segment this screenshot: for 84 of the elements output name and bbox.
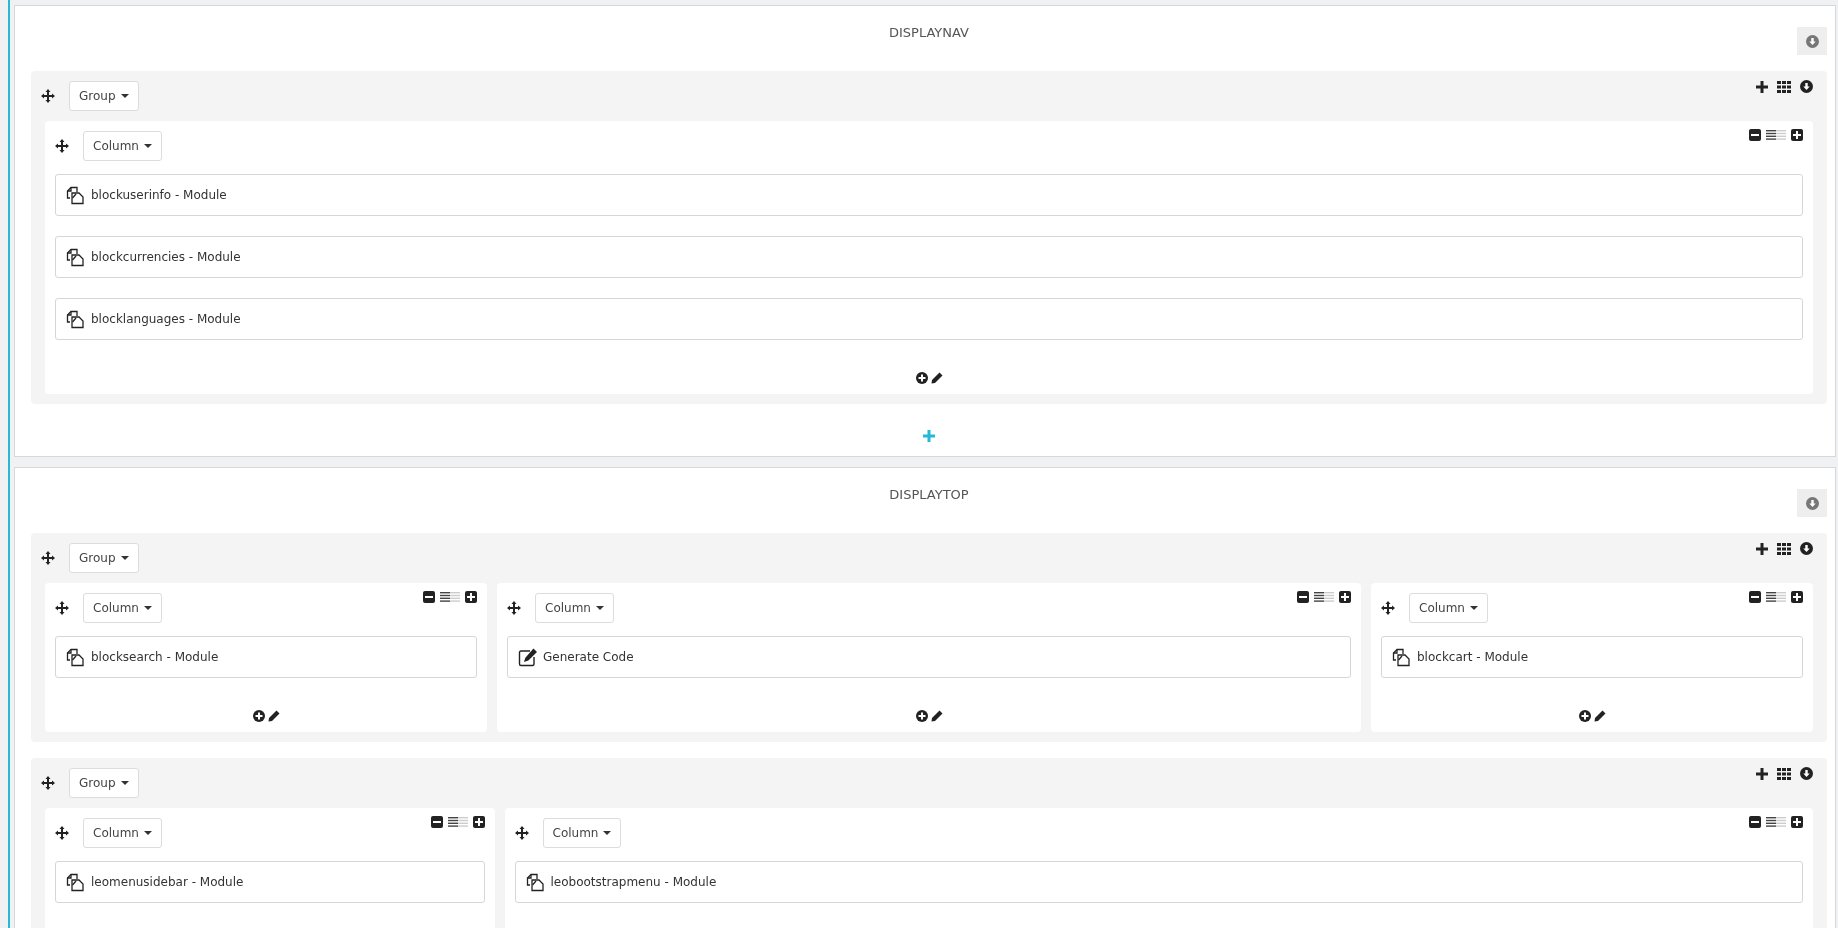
width-bars-icon[interactable]	[1766, 130, 1786, 140]
width-bars-icon[interactable]	[1766, 592, 1786, 602]
minus-square-icon[interactable]	[430, 816, 443, 828]
section-title: DISPLAYNAV	[889, 24, 969, 42]
move-icon[interactable]	[41, 89, 55, 103]
module-item[interactable]: blocksearch - Module	[55, 636, 477, 678]
caret-icon	[143, 831, 152, 835]
move-icon[interactable]	[41, 776, 55, 790]
module-item[interactable]: leomenusidebar - Module	[55, 861, 485, 903]
edit-icon	[518, 647, 537, 667]
plus-square-icon[interactable]	[1339, 591, 1351, 603]
arrow-down-circle-icon[interactable]	[1800, 767, 1813, 780]
width-bars-icon[interactable]	[1766, 817, 1786, 827]
move-icon[interactable]	[55, 139, 69, 153]
module-item[interactable]: Generate Code	[507, 636, 1351, 678]
minus-square-icon[interactable]	[1749, 591, 1761, 603]
copy-icon	[1392, 647, 1411, 667]
plus-icon[interactable]	[1756, 80, 1768, 93]
group-dropdown[interactable]: Group	[69, 768, 139, 798]
minus-square-icon[interactable]	[1749, 816, 1761, 828]
collapse-button[interactable]	[1797, 489, 1827, 517]
grid-icon[interactable]	[1777, 767, 1791, 780]
column-dropdown[interactable]: Column	[83, 131, 162, 161]
pencil-icon[interactable]	[1593, 710, 1606, 722]
caret-icon	[1469, 606, 1478, 610]
caret-icon	[143, 144, 152, 148]
add-circle-icon[interactable]	[252, 710, 265, 722]
move-icon[interactable]	[507, 601, 521, 615]
column-dropdown[interactable]: Column	[83, 818, 162, 848]
column-dropdown[interactable]: Column	[535, 593, 614, 623]
plus-square-icon[interactable]	[1791, 129, 1803, 141]
minus-square-icon[interactable]	[423, 591, 435, 603]
grid-icon[interactable]	[1777, 542, 1791, 555]
plus-square-icon[interactable]	[465, 591, 477, 603]
add-circle-icon[interactable]	[915, 710, 928, 722]
collapse-button[interactable]	[1797, 27, 1827, 55]
caret-icon	[595, 606, 604, 610]
plus-square-icon[interactable]	[1791, 591, 1803, 603]
move-icon[interactable]	[514, 826, 529, 840]
width-bars-icon[interactable]	[447, 817, 468, 827]
column-dropdown[interactable]: Column	[1409, 593, 1488, 623]
copy-icon	[66, 872, 85, 892]
caret-icon	[120, 556, 129, 560]
copy-icon	[66, 647, 85, 667]
arrow-down-circle-icon	[1805, 496, 1819, 510]
arrow-down-circle-icon[interactable]	[1800, 542, 1813, 555]
caret-icon	[143, 606, 152, 610]
minus-square-icon[interactable]	[1749, 129, 1761, 141]
arrow-down-circle-icon	[1805, 34, 1819, 48]
group-dropdown[interactable]: Group	[69, 543, 139, 573]
arrow-down-circle-icon[interactable]	[1800, 80, 1813, 93]
pencil-icon[interactable]	[930, 710, 943, 722]
width-bars-icon[interactable]	[440, 592, 460, 602]
module-item[interactable]: leobootstrapmenu - Module	[514, 861, 1803, 903]
move-icon[interactable]	[55, 826, 69, 840]
move-icon[interactable]	[41, 551, 55, 565]
plus-icon[interactable]	[1756, 542, 1768, 555]
module-item[interactable]: blockcurrencies - Module	[55, 236, 1803, 278]
copy-icon	[66, 185, 85, 205]
column-dropdown[interactable]: Column	[542, 818, 622, 848]
grid-icon[interactable]	[1777, 80, 1791, 93]
copy-icon	[66, 247, 85, 267]
copy-icon	[66, 309, 85, 329]
move-icon[interactable]	[1381, 601, 1395, 615]
add-circle-icon[interactable]	[915, 372, 928, 384]
add-circle-icon[interactable]	[1578, 710, 1591, 722]
column-dropdown[interactable]: Column	[83, 593, 162, 623]
plus-square-icon[interactable]	[472, 816, 485, 828]
group-dropdown[interactable]: Group	[69, 81, 139, 111]
plus-square-icon[interactable]	[1791, 816, 1803, 828]
caret-icon	[603, 831, 612, 835]
module-item[interactable]: blocklanguages - Module	[55, 298, 1803, 340]
caret-icon	[120, 94, 129, 98]
caret-icon	[120, 781, 129, 785]
minus-square-icon[interactable]	[1297, 591, 1309, 603]
copy-icon	[525, 872, 545, 892]
pencil-icon[interactable]	[930, 372, 943, 384]
section-title: DISPLAYTOP	[889, 486, 969, 504]
module-item[interactable]: blockuserinfo - Module	[55, 174, 1803, 216]
plus-icon[interactable]	[1756, 767, 1768, 780]
move-icon[interactable]	[55, 601, 69, 615]
pencil-icon[interactable]	[267, 710, 280, 722]
width-bars-icon[interactable]	[1314, 592, 1334, 602]
module-item[interactable]: blockcart - Module	[1381, 636, 1803, 678]
